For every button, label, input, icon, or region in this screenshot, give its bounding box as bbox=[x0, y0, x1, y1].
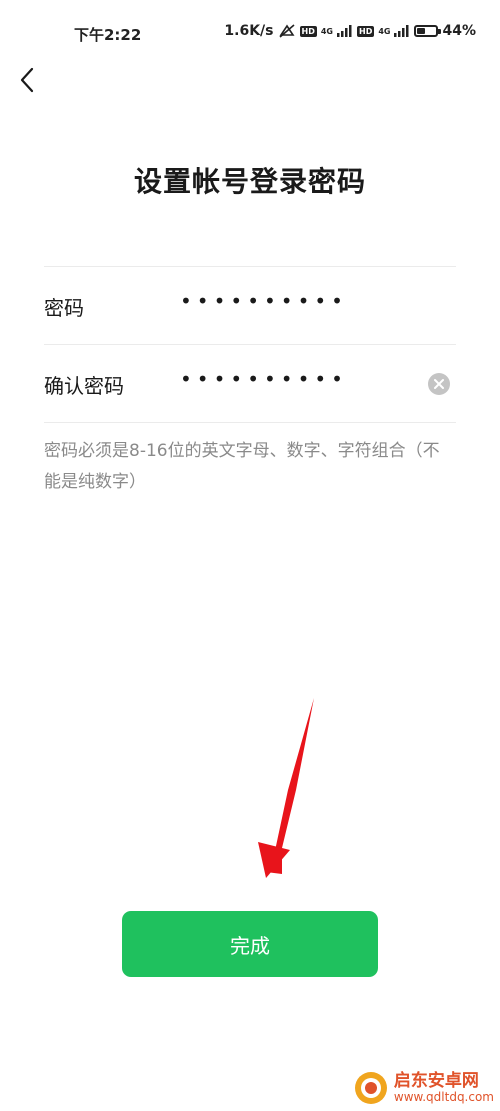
hd-badge: HD bbox=[357, 25, 375, 37]
password-form: 密码 •••••••••• 确认密码 •••••••••• bbox=[44, 266, 456, 423]
network-type: 4G bbox=[378, 26, 391, 36]
net-speed: 1.6K/s bbox=[224, 23, 274, 39]
status-bar: 下午2:22 1.6K/s HD 4G HD 4G 44% bbox=[0, 0, 500, 70]
divider bbox=[44, 422, 456, 423]
network-type: 4G bbox=[320, 26, 333, 36]
signal-icon bbox=[394, 25, 409, 37]
status-time: 下午2:22 bbox=[74, 26, 142, 44]
done-button[interactable]: 完成 bbox=[122, 911, 378, 977]
chevron-left-icon[interactable] bbox=[12, 62, 48, 98]
watermark-name: 启东安卓网 bbox=[393, 1071, 479, 1092]
watermark: 启东安卓网 www.qdltdq.com bbox=[354, 1071, 494, 1105]
signal-icon bbox=[337, 25, 352, 37]
password-input[interactable]: •••••••••• bbox=[180, 289, 348, 313]
password-row[interactable]: 密码 •••••••••• bbox=[44, 267, 456, 344]
status-icons: 1.6K/s HD 4G HD 4G 44% bbox=[224, 23, 476, 39]
hd-badge: HD bbox=[299, 25, 317, 37]
password-hint: 密码必须是8-16位的英文字母、数字、字符组合（不能是纯数字） bbox=[44, 441, 440, 492]
clear-x-icon[interactable] bbox=[428, 373, 450, 395]
confirm-password-input[interactable]: •••••••••• bbox=[180, 367, 348, 391]
mute-icon bbox=[278, 24, 295, 38]
confirm-password-row[interactable]: 确认密码 •••••••••• bbox=[44, 345, 456, 422]
password-label: 密码 bbox=[44, 296, 84, 320]
confirm-password-label: 确认密码 bbox=[44, 374, 124, 398]
battery-level bbox=[417, 28, 426, 34]
page-title: 设置帐号登录密码 bbox=[133, 165, 366, 198]
watermark-logo-icon bbox=[354, 1072, 387, 1104]
battery-percent: 44% bbox=[442, 23, 476, 39]
watermark-url: www.qdltdq.com bbox=[393, 1089, 494, 1104]
battery-icon bbox=[414, 25, 442, 37]
